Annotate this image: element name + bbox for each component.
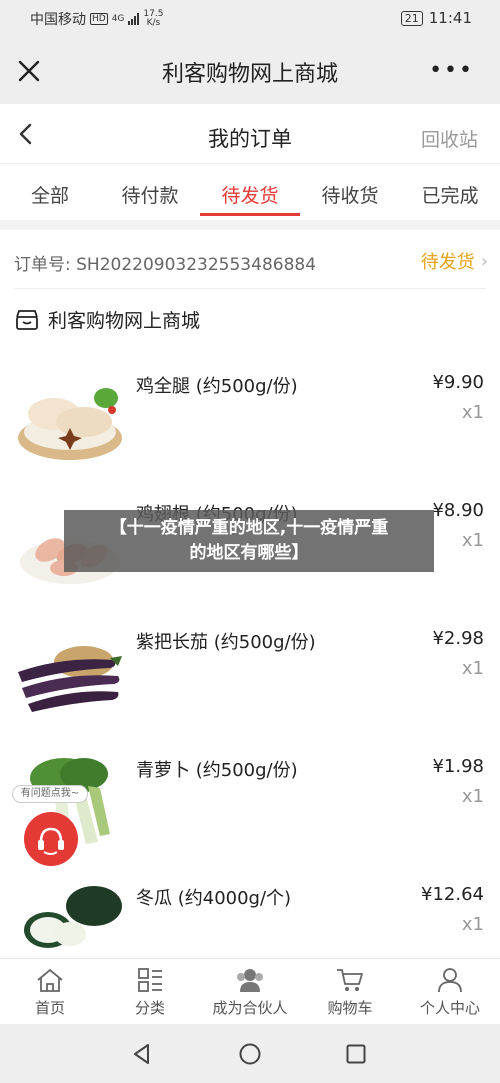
headset-icon: [38, 827, 64, 855]
home-nav-icon[interactable]: [238, 1042, 262, 1066]
overlay-banner: 【十一疫情严重的地区,十一疫情严重 的地区有哪些】: [64, 510, 434, 572]
tabbar-partner[interactable]: 成为合伙人: [200, 959, 300, 1024]
hd-badge: HD: [90, 13, 108, 25]
list-item[interactable]: 紫把长茄 (约500g/份) ¥2.98 x1: [0, 622, 500, 750]
cart-icon: [337, 969, 363, 991]
net-speed: 17.5 K/s: [143, 9, 164, 28]
system-nav-bar: [0, 1024, 500, 1083]
customer-service-button[interactable]: [24, 812, 78, 866]
item-quantity: x1: [461, 530, 484, 551]
tab-pending-payment[interactable]: 待付款: [100, 164, 200, 220]
bottom-tab-bar: 首页 分类 成为合伙人 购物车 个人中心: [0, 958, 500, 1024]
tabbar-home[interactable]: 首页: [0, 959, 100, 1024]
item-name: 紫把长茄 (约500g/份): [136, 632, 316, 653]
tabbar-cart[interactable]: 购物车: [300, 959, 400, 1024]
divider: [14, 288, 486, 289]
order-number: 订单号: SH20220903232553486884: [14, 255, 317, 275]
home-icon: [37, 968, 63, 992]
status-bar: 中国移动 HD 4G 17.5 K/s 21 11:41: [0, 0, 500, 36]
item-quantity: x1: [461, 658, 484, 679]
overlay-line-2: 的地区有哪些】: [189, 543, 309, 563]
item-quantity: x1: [461, 402, 484, 423]
item-price: ¥9.90: [432, 372, 484, 393]
product-image: [24, 886, 122, 948]
clock: 11:41: [428, 9, 472, 27]
item-name: 鸡全腿 (约500g/份): [136, 376, 298, 397]
recycle-bin-button[interactable]: 回收站: [421, 125, 478, 152]
battery-icon: 21: [400, 10, 423, 26]
item-price: ¥12.64: [421, 884, 484, 905]
item-name: 冬瓜 (约4000g/个): [136, 888, 292, 909]
shop-name: 利客购物网上商城: [48, 310, 201, 332]
order-status[interactable]: 待发货 ›: [421, 248, 488, 274]
tab-pending-shipment[interactable]: 待发货: [200, 164, 300, 220]
partner-icon: [237, 969, 263, 992]
shop-header[interactable]: 利客购物网上商城: [14, 306, 200, 333]
category-icon: [138, 968, 162, 992]
tab-pending-receipt[interactable]: 待收货: [300, 164, 400, 220]
network-label: 4G: [111, 14, 125, 24]
item-price: ¥8.90: [432, 500, 484, 521]
item-quantity: x1: [461, 914, 484, 935]
tab-completed[interactable]: 已完成: [400, 164, 500, 220]
order-tabs: 全部 待付款 待发货 待收货 已完成: [0, 164, 500, 220]
tabbar-category[interactable]: 分类: [100, 959, 200, 1024]
tab-all[interactable]: 全部: [0, 164, 100, 220]
recents-nav-icon[interactable]: [344, 1042, 368, 1066]
item-quantity: x1: [461, 786, 484, 807]
back-nav-icon[interactable]: [130, 1042, 154, 1066]
overlay-line-1: 【十一疫情严重的地区,十一疫情严重: [109, 518, 389, 538]
list-item[interactable]: 冬瓜 (约4000g/个) ¥12.64 x1: [0, 878, 500, 958]
signal-icon: [128, 13, 140, 25]
user-icon: [438, 968, 462, 993]
more-icon[interactable]: •••: [429, 58, 474, 83]
store-icon: [16, 309, 38, 330]
carrier-label: 中国移动: [30, 12, 86, 28]
app-title-bar: 利客购物网上商城 •••: [0, 36, 500, 104]
help-tooltip[interactable]: 有问题点我~: [12, 785, 88, 803]
item-price: ¥2.98: [432, 628, 484, 649]
chevron-right-icon: ›: [480, 250, 488, 272]
page-header: 我的订单 回收站: [0, 104, 500, 164]
item-name: 青萝卜 (约500g/份): [136, 760, 298, 781]
product-image: [18, 646, 122, 712]
product-image: [18, 388, 122, 460]
list-item[interactable]: 鸡全腿 (约500g/份) ¥9.90 x1: [0, 366, 500, 494]
tabbar-profile[interactable]: 个人中心: [400, 959, 500, 1024]
app-title: 利客购物网上商城: [161, 62, 338, 87]
item-price: ¥1.98: [432, 756, 484, 777]
